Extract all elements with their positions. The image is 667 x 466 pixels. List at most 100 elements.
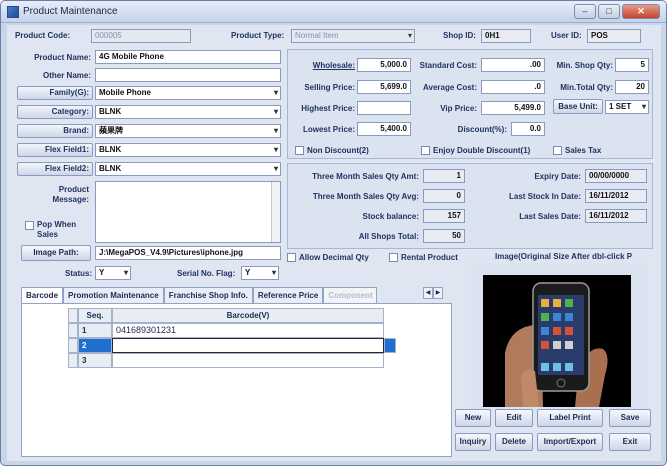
- base-unit-select[interactable]: 1 SET: [605, 100, 649, 114]
- grid-cell-seq: 1: [78, 323, 112, 338]
- delete-button[interactable]: Delete: [495, 433, 533, 451]
- expiry-date-field[interactable]: 00/00/0000: [585, 169, 647, 183]
- all-shops-total-field[interactable]: 50: [423, 229, 465, 243]
- status-label: Status:: [65, 269, 93, 278]
- family-button[interactable]: Family(G):: [17, 86, 93, 100]
- brand-button[interactable]: Brand:: [17, 124, 93, 138]
- grid-header-seq[interactable]: Seq.: [78, 308, 112, 323]
- allow-decimal-qty-label: Allow Decimal Qty: [299, 253, 369, 262]
- three-month-amt-label: Three Month Sales Qty Amt:: [312, 172, 419, 181]
- product-code-field[interactable]: 000005: [91, 29, 191, 43]
- tab-scroll: ◀ ▶: [423, 287, 443, 299]
- grid-cell-barcode[interactable]: [112, 338, 384, 353]
- category-button[interactable]: Category:: [17, 105, 93, 119]
- user-id-field[interactable]: POS: [587, 29, 641, 43]
- product-name-field[interactable]: 4G Mobile Phone: [95, 50, 281, 64]
- standard-cost-label: Standard Cost:: [419, 61, 477, 70]
- maximize-button[interactable]: □: [598, 4, 620, 19]
- tab-scroll-left-icon[interactable]: ◀: [423, 287, 433, 299]
- rental-product-checkbox[interactable]: [389, 253, 398, 262]
- product-type-label: Product Type:: [231, 31, 285, 40]
- expiry-date-label: Expiry Date:: [534, 172, 581, 181]
- three-month-amt-field[interactable]: 1: [423, 169, 465, 183]
- product-type-select[interactable]: Normal Item: [291, 29, 415, 43]
- shop-id-label: Shop ID:: [443, 31, 476, 40]
- lowest-price-field[interactable]: 5,400.0: [357, 122, 411, 136]
- app-icon: [7, 6, 19, 18]
- import-export-button[interactable]: Import/Export: [537, 433, 603, 451]
- three-month-avg-field[interactable]: 0: [423, 189, 465, 203]
- flex-field1-button[interactable]: Flex Field1:: [17, 143, 93, 157]
- status-select[interactable]: Y: [95, 266, 131, 280]
- shop-id-field[interactable]: 0H1: [481, 29, 531, 43]
- tab-franchise-shop-info[interactable]: Franchise Shop Info.: [163, 287, 253, 303]
- selling-price-field[interactable]: 5,699.0: [357, 80, 411, 94]
- flex-field1-select[interactable]: BLNK: [95, 143, 281, 157]
- min-shop-qty-label: Min. Shop Qty:: [556, 61, 613, 70]
- wholesale-field[interactable]: 5,000.0: [357, 58, 411, 72]
- product-message-label: Product Message:: [52, 185, 89, 204]
- stock-balance-field[interactable]: 157: [423, 209, 465, 223]
- other-name-field[interactable]: [95, 68, 281, 82]
- allow-decimal-qty-checkbox[interactable]: [287, 253, 296, 262]
- inquiry-button[interactable]: Inquiry: [455, 433, 491, 451]
- label-print-button[interactable]: Label Print: [537, 409, 603, 427]
- enjoy-double-discount-label: Enjoy Double Discount(1): [433, 146, 531, 155]
- image-path-button[interactable]: Image Path:: [21, 245, 91, 261]
- non-discount-checkbox[interactable]: [295, 146, 304, 155]
- minimize-button[interactable]: –: [574, 4, 596, 19]
- product-image[interactable]: [483, 275, 631, 407]
- non-discount-label: Non Discount(2): [307, 146, 369, 155]
- grid-cell-barcode[interactable]: 041689301231: [112, 323, 384, 338]
- phone-in-hand-icon: [483, 275, 631, 407]
- min-shop-qty-field[interactable]: 5: [615, 58, 649, 72]
- tab-reference-price[interactable]: Reference Price: [252, 287, 324, 303]
- pop-when-sales-checkbox[interactable]: [25, 221, 34, 230]
- grid-cell-barcode[interactable]: [112, 353, 384, 368]
- rental-product-label: Rental Product: [401, 253, 458, 262]
- message-scrollbar[interactable]: [271, 182, 280, 242]
- flex-field2-button[interactable]: Flex Field2:: [17, 162, 93, 176]
- title-bar[interactable]: Product Maintenance – □ ✕: [1, 1, 666, 23]
- discount-field[interactable]: 0.0: [511, 122, 545, 136]
- base-unit-button[interactable]: Base Unit:: [553, 99, 603, 114]
- user-id-label: User ID:: [551, 31, 582, 40]
- form-body: Product Code: 000005 Product Type: Norma…: [7, 25, 661, 461]
- image-path-field[interactable]: J:\MegaPOS_V4.9\Pictures\iphone.jpg: [95, 246, 281, 260]
- last-sales-date-field[interactable]: 16/11/2012: [585, 209, 647, 223]
- close-button[interactable]: ✕: [622, 4, 660, 19]
- flex-field2-select[interactable]: BLNK: [95, 162, 281, 176]
- highest-price-field[interactable]: [357, 101, 411, 115]
- wholesale-label: Wholesale:: [312, 61, 355, 70]
- highest-price-label: Highest Price:: [301, 104, 355, 113]
- save-button[interactable]: Save: [609, 409, 651, 427]
- lowest-price-label: Lowest Price:: [302, 125, 355, 134]
- standard-cost-field[interactable]: .00: [481, 58, 545, 72]
- serial-flag-select[interactable]: Y: [241, 266, 279, 280]
- edit-button[interactable]: Edit: [495, 409, 533, 427]
- product-message-textarea[interactable]: [95, 181, 281, 243]
- pop-when-sales-label: Pop When Sales: [37, 220, 77, 239]
- last-stock-in-date-field[interactable]: 16/11/2012: [585, 189, 647, 203]
- tab-scroll-right-icon[interactable]: ▶: [433, 287, 443, 299]
- sales-tax-checkbox[interactable]: [553, 146, 562, 155]
- enjoy-double-discount-checkbox[interactable]: [421, 146, 430, 155]
- window-title: Product Maintenance: [23, 6, 118, 17]
- category-select[interactable]: BLNK: [95, 105, 281, 119]
- exit-button[interactable]: Exit: [609, 433, 651, 451]
- min-total-qty-field[interactable]: 20: [615, 80, 649, 94]
- tab-strip: Barcode Promotion Maintenance Franchise …: [21, 287, 378, 303]
- grid-cell-seq: 3: [78, 353, 112, 368]
- tab-barcode[interactable]: Barcode: [21, 287, 64, 303]
- selling-price-label: Selling Price:: [304, 83, 355, 92]
- product-name-label: Product Name:: [34, 53, 91, 62]
- new-button[interactable]: New: [455, 409, 491, 427]
- tab-component[interactable]: Component: [323, 287, 378, 303]
- image-panel: [471, 263, 647, 411]
- family-select[interactable]: Mobile Phone: [95, 86, 281, 100]
- tab-promotion-maintenance[interactable]: Promotion Maintenance: [63, 287, 164, 303]
- grid-header-barcode[interactable]: Barcode(V): [112, 308, 384, 323]
- brand-select[interactable]: 蘋果牌: [95, 124, 281, 138]
- vip-price-field[interactable]: 5,499.0: [481, 101, 545, 115]
- average-cost-field[interactable]: .0: [481, 80, 545, 94]
